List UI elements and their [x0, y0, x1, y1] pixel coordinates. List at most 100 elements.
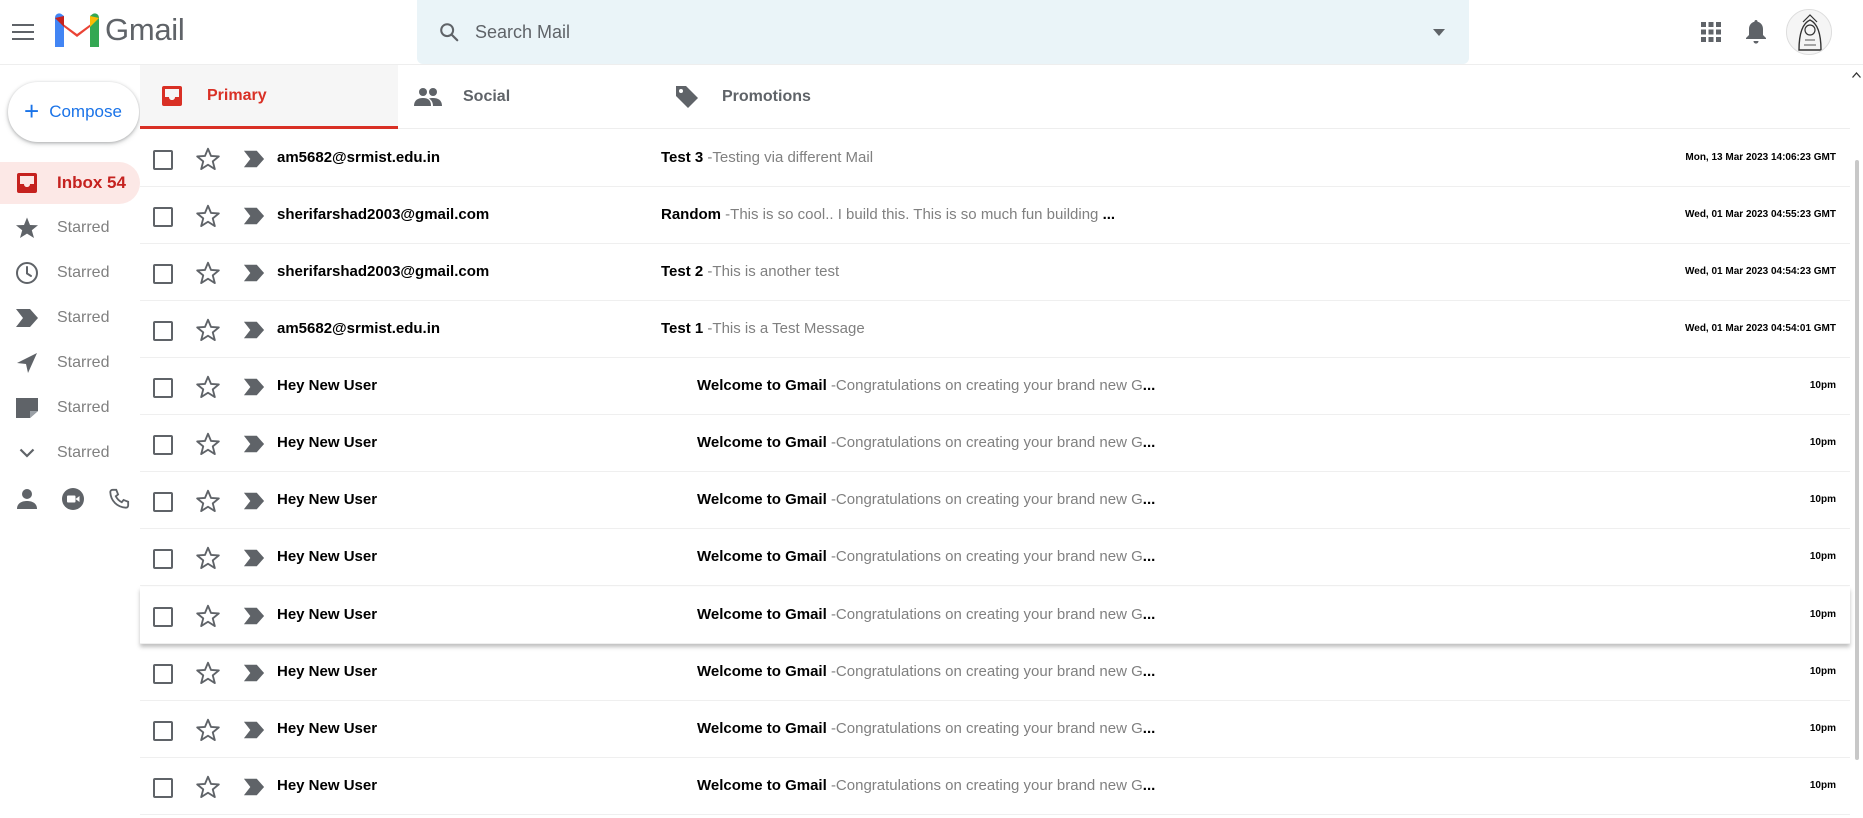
app-name: Gmail: [105, 12, 185, 47]
email-snippet: -Congratulations on creating your brand …: [830, 377, 1143, 394]
sidebar-item-more[interactable]: Starred: [0, 432, 140, 474]
sidebar-item-snoozed[interactable]: Starred: [0, 252, 140, 294]
select-checkbox[interactable]: [153, 721, 173, 741]
star-outline-icon[interactable]: [195, 317, 221, 343]
star-outline-icon[interactable]: [195, 717, 221, 743]
sidebar-item-sent[interactable]: Starred: [0, 342, 140, 384]
avatar[interactable]: [1786, 9, 1832, 55]
tab-promotions[interactable]: Promotions: [672, 65, 922, 129]
select-checkbox[interactable]: [153, 549, 173, 569]
email-sender: sherifarshad2003@gmail.com: [277, 263, 490, 280]
inbox-icon: [14, 170, 40, 196]
email-row[interactable]: sherifarshad2003@gmail.com Random -This i…: [140, 187, 1850, 244]
email-timestamp: 10pm: [1809, 723, 1836, 734]
importance-marker-icon[interactable]: [243, 377, 265, 397]
sidebar-item-drafts[interactable]: Starred: [0, 387, 140, 429]
importance-marker-icon[interactable]: [243, 320, 265, 340]
email-snippet: -This is a Test Message: [707, 320, 865, 337]
email-row[interactable]: am5682@srmist.edu.in Test 1 -This is a Te…: [140, 301, 1850, 358]
select-checkbox[interactable]: [153, 778, 173, 798]
email-snippet: -Congratulations on creating your brand …: [830, 606, 1143, 623]
star-outline-icon[interactable]: [195, 203, 221, 229]
importance-marker-icon[interactable]: [243, 491, 265, 511]
sidebar-item-important[interactable]: Starred: [0, 297, 140, 339]
email-row[interactable]: am5682@srmist.edu.in Test 3 -Testing via …: [140, 130, 1850, 187]
select-checkbox[interactable]: [153, 492, 173, 512]
top-bar: Gmail: [0, 0, 1863, 64]
scroll-up-arrow-icon[interactable]: [1850, 68, 1863, 81]
email-row[interactable]: Hey New User Welcome to Gmail -Congratula…: [140, 529, 1850, 586]
email-row[interactable]: Hey New User Welcome to Gmail -Congratula…: [140, 415, 1850, 472]
search-icon[interactable]: [429, 12, 469, 52]
importance-marker-icon[interactable]: [243, 206, 265, 226]
search-input[interactable]: [475, 12, 1419, 52]
email-snippet-ellipsis: ...: [1142, 720, 1156, 737]
email-row[interactable]: Hey New User Welcome to Gmail -Congratula…: [140, 358, 1850, 415]
star-outline-icon[interactable]: [195, 488, 221, 514]
email-row[interactable]: sherifarshad2003@gmail.com Test 2 -This i…: [140, 244, 1850, 301]
select-checkbox[interactable]: [153, 664, 173, 684]
gmail-logo[interactable]: Gmail: [52, 10, 185, 50]
tab-social[interactable]: Social: [413, 65, 663, 129]
sidebar-item-label: Starred: [57, 309, 110, 326]
apps-grid-icon[interactable]: [1693, 14, 1729, 50]
tab-label: Promotions: [722, 88, 811, 105]
email-row[interactable]: Hey New User Welcome to Gmail -Congratula…: [140, 701, 1850, 758]
star-outline-icon[interactable]: [195, 545, 221, 571]
importance-marker-icon[interactable]: [243, 777, 265, 797]
email-snippet: -Congratulations on creating your brand …: [830, 777, 1143, 794]
select-checkbox[interactable]: [153, 435, 173, 455]
email-row[interactable]: Hey New User Welcome to Gmail -Congratula…: [140, 758, 1850, 815]
person-icon[interactable]: [10, 482, 44, 516]
importance-marker-icon[interactable]: [243, 720, 265, 740]
star-outline-icon[interactable]: [195, 260, 221, 286]
email-snippet-ellipsis: ...: [1142, 491, 1156, 508]
notifications-bell-icon[interactable]: [1738, 14, 1774, 50]
email-row[interactable]: Hey New User Welcome to Gmail -Congratula…: [140, 472, 1850, 529]
phone-icon[interactable]: [102, 482, 136, 516]
sidebar-item-inbox[interactable]: Inbox 54: [0, 162, 140, 204]
importance-marker-icon[interactable]: [243, 606, 265, 626]
tab-label: Primary: [207, 86, 267, 104]
email-snippet: -Congratulations on creating your brand …: [830, 663, 1143, 680]
tab-label: Social: [463, 88, 511, 105]
importance-marker-icon[interactable]: [243, 149, 265, 169]
email-preview: Test 1 -This is a Test Message: [661, 301, 865, 357]
select-checkbox[interactable]: [153, 607, 173, 627]
email-preview: Welcome to Gmail -Congratulations on cre…: [697, 587, 1155, 643]
email-row[interactable]: Hey New User Welcome to Gmail -Congratula…: [140, 587, 1850, 644]
select-checkbox[interactable]: [153, 321, 173, 341]
select-checkbox[interactable]: [153, 264, 173, 284]
importance-marker-icon[interactable]: [243, 263, 265, 283]
star-outline-icon[interactable]: [195, 146, 221, 172]
sidebar-item-label: Starred: [57, 444, 110, 461]
email-subject: Random: [661, 206, 721, 223]
star-outline-icon[interactable]: [195, 374, 221, 400]
scrollbar-thumb[interactable]: [1855, 160, 1859, 760]
compose-button[interactable]: + Compose: [8, 82, 139, 142]
sidebar-item-starred[interactable]: Starred: [0, 207, 140, 249]
star-outline-icon[interactable]: [195, 660, 221, 686]
search-options-caret-icon[interactable]: [1419, 12, 1459, 52]
star-outline-icon[interactable]: [195, 603, 221, 629]
email-snippet-ellipsis: ...: [1142, 548, 1156, 565]
email-preview: Welcome to Gmail -Congratulations on cre…: [697, 529, 1155, 585]
star-outline-icon[interactable]: [195, 774, 221, 800]
tab-primary[interactable]: Primary: [140, 65, 398, 129]
select-checkbox[interactable]: [153, 378, 173, 398]
importance-marker-icon[interactable]: [243, 663, 265, 683]
email-snippet: -Congratulations on creating your brand …: [830, 491, 1143, 508]
sidebar-item-label: Inbox 54: [57, 173, 126, 192]
importance-marker-icon[interactable]: [243, 548, 265, 568]
importance-marker-icon[interactable]: [243, 434, 265, 454]
video-call-icon[interactable]: [56, 482, 90, 516]
star-outline-icon[interactable]: [195, 431, 221, 457]
select-checkbox[interactable]: [153, 207, 173, 227]
email-sender: am5682@srmist.edu.in: [277, 320, 441, 337]
select-checkbox[interactable]: [153, 150, 173, 170]
email-subject: Welcome to Gmail: [697, 491, 827, 508]
email-subject: Welcome to Gmail: [697, 377, 827, 394]
email-row[interactable]: Hey New User Welcome to Gmail -Congratula…: [140, 644, 1850, 701]
menu-icon[interactable]: [5, 14, 41, 50]
email-snippet-ellipsis: ...: [1142, 434, 1156, 451]
